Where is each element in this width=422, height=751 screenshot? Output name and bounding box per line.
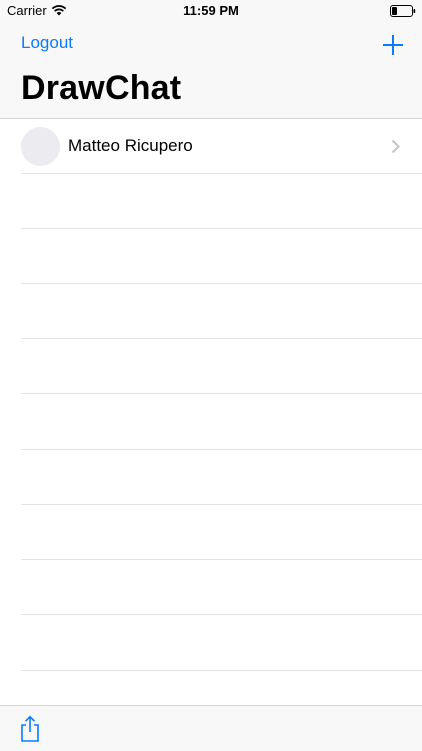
battery-icon — [390, 5, 416, 17]
contact-list: Matteo Ricupero — [0, 119, 422, 705]
empty-row — [0, 505, 422, 560]
empty-row — [0, 284, 422, 339]
empty-row — [0, 616, 422, 671]
plus-icon[interactable] — [381, 33, 405, 57]
chevron-right-icon — [391, 139, 400, 154]
share-icon[interactable] — [19, 715, 41, 743]
page-title: DrawChat — [21, 69, 182, 107]
empty-row — [0, 560, 422, 615]
empty-row — [0, 339, 422, 394]
row-separator — [21, 393, 422, 394]
avatar — [21, 127, 60, 166]
row-separator — [21, 670, 422, 671]
status-bar: Carrier 11:59 PM — [0, 0, 422, 22]
empty-row — [0, 395, 422, 450]
contact-row[interactable]: Matteo Ricupero — [0, 119, 422, 174]
empty-row — [0, 450, 422, 505]
empty-row — [0, 174, 422, 229]
logout-button[interactable]: Logout — [21, 33, 73, 53]
empty-row — [0, 229, 422, 284]
contact-name: Matteo Ricupero — [68, 136, 193, 155]
navigation-bar: Logout DrawChat — [0, 22, 422, 119]
clock: 11:59 PM — [183, 3, 239, 18]
bottom-toolbar — [0, 705, 422, 751]
row-separator — [21, 614, 422, 615]
